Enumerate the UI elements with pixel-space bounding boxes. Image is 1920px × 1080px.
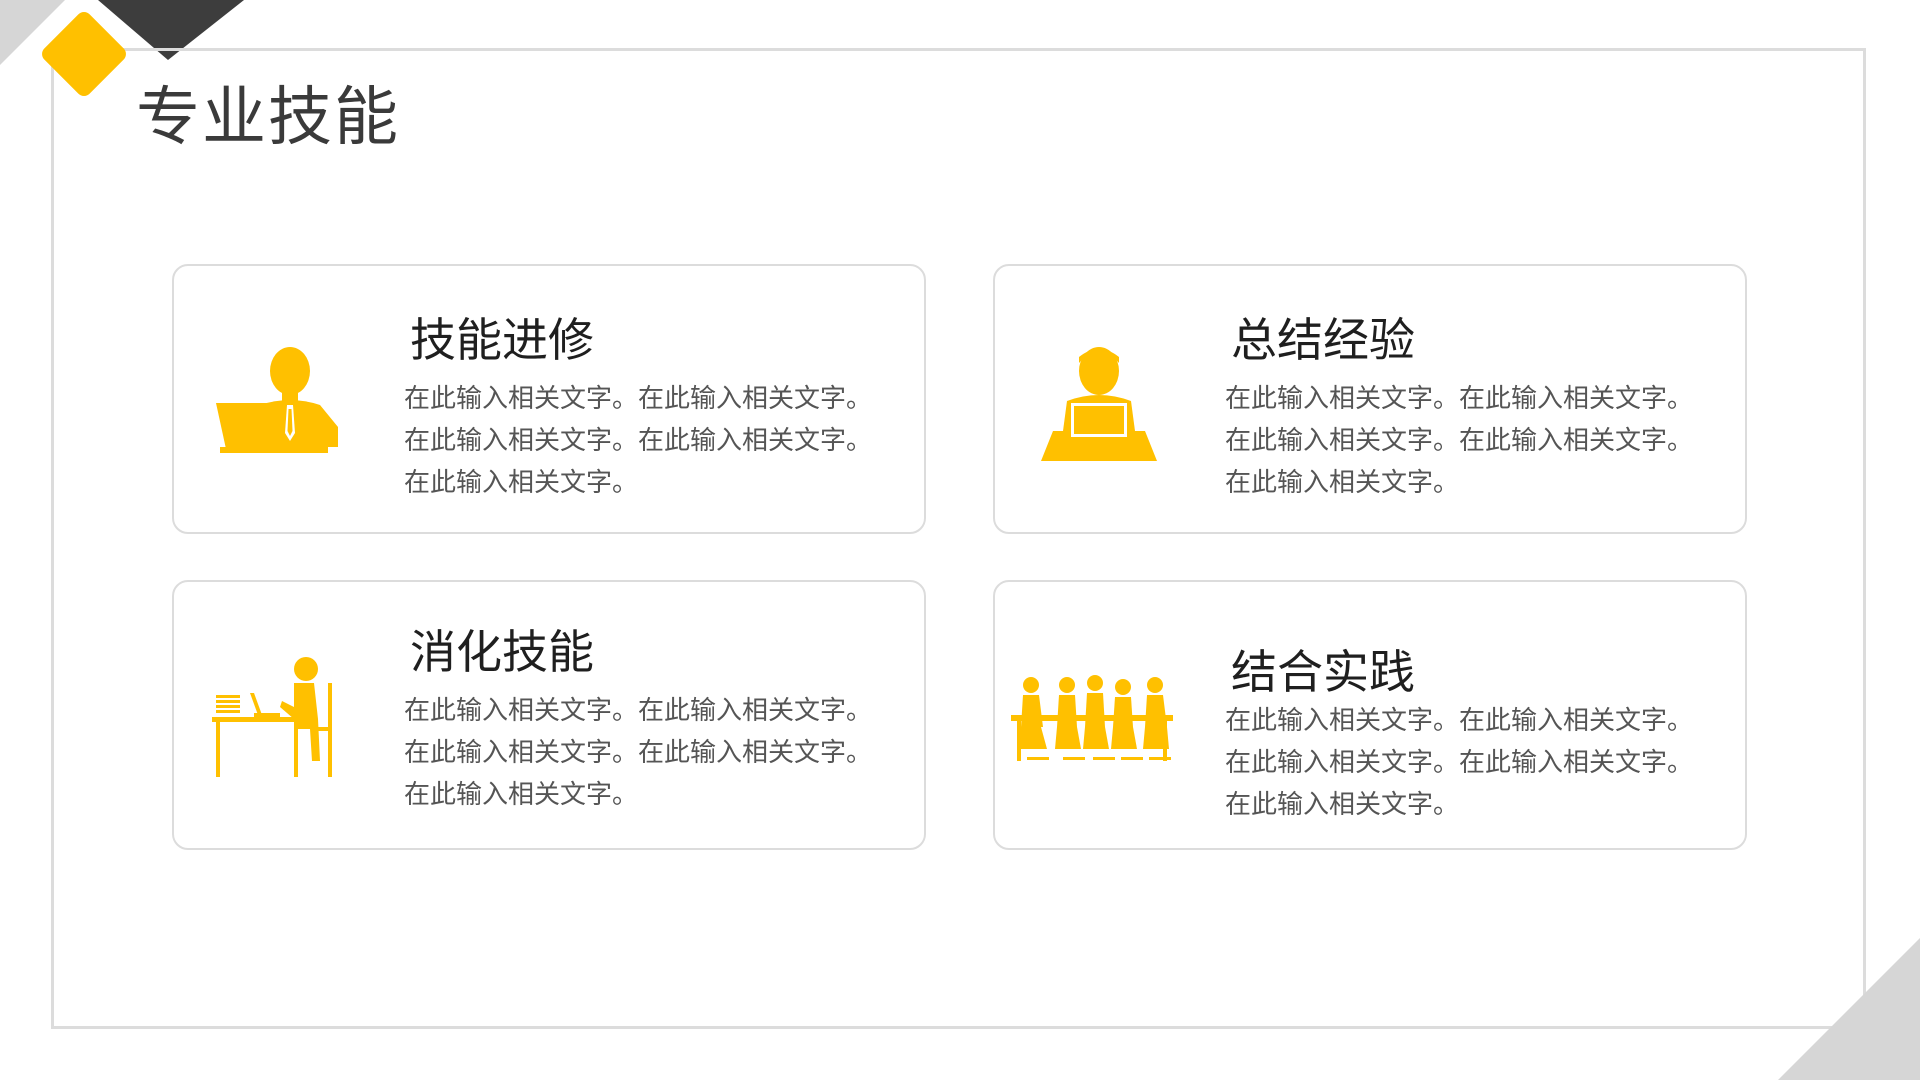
card-description-line: 在此输入相关文字。: [404, 780, 639, 810]
team-meeting-icon: [1007, 657, 1177, 777]
card-description-line: 在此输入相关文字。: [1225, 790, 1460, 820]
card-description-line: 在此输入相关文字。: [404, 468, 639, 498]
page-title: 专业技能: [136, 81, 400, 155]
card-description-line: 在此输入相关文字。在此输入相关文字。: [1225, 706, 1694, 736]
person-at-laptop-icon: [210, 341, 350, 461]
man-at-desk-icon: [1031, 341, 1171, 461]
slide: 专业技能 技能进修 在此输入相关文字。在此输入相关文字。 在此输入相关文字。在此…: [0, 0, 1920, 1080]
card-description: 在此输入相关文字。在此输入相关文字。 在此输入相关文字。在此输入相关文字。 在此…: [1225, 378, 1725, 504]
card-description: 在此输入相关文字。在此输入相关文字。 在此输入相关文字。在此输入相关文字。 在此…: [1225, 700, 1725, 826]
card-description-line: 在此输入相关文字。在此输入相关文字。: [404, 426, 873, 456]
skill-card-digest: 消化技能 在此输入相关文字。在此输入相关文字。 在此输入相关文字。在此输入相关文…: [172, 580, 926, 850]
card-description-line: 在此输入相关文字。在此输入相关文字。: [1225, 384, 1694, 414]
card-description-line: 在此输入相关文字。在此输入相关文字。: [1225, 426, 1694, 456]
corner-decoration-bottom-right: [1778, 938, 1920, 1080]
card-description: 在此输入相关文字。在此输入相关文字。 在此输入相关文字。在此输入相关文字。 在此…: [404, 378, 904, 504]
card-description-line: 在此输入相关文字。在此输入相关文字。: [404, 738, 873, 768]
slide-frame: [51, 48, 1866, 1029]
card-title: 技能进修: [410, 313, 594, 367]
card-description-line: 在此输入相关文字。在此输入相关文字。: [404, 384, 873, 414]
card-title: 结合实践: [1231, 645, 1415, 699]
skill-card-training: 技能进修 在此输入相关文字。在此输入相关文字。 在此输入相关文字。在此输入相关文…: [172, 264, 926, 534]
card-description-line: 在此输入相关文字。在此输入相关文字。: [1225, 748, 1694, 778]
card-description-line: 在此输入相关文字。在此输入相关文字。: [404, 696, 873, 726]
person-working-desk-icon: [210, 657, 350, 777]
card-description-line: 在此输入相关文字。: [1225, 468, 1460, 498]
card-title: 消化技能: [410, 625, 594, 679]
card-description: 在此输入相关文字。在此输入相关文字。 在此输入相关文字。在此输入相关文字。 在此…: [404, 690, 904, 816]
skill-card-experience: 总结经验 在此输入相关文字。在此输入相关文字。 在此输入相关文字。在此输入相关文…: [993, 264, 1747, 534]
skill-card-practice: 结合实践 在此输入相关文字。在此输入相关文字。 在此输入相关文字。在此输入相关文…: [993, 580, 1747, 850]
card-title: 总结经验: [1231, 313, 1415, 367]
